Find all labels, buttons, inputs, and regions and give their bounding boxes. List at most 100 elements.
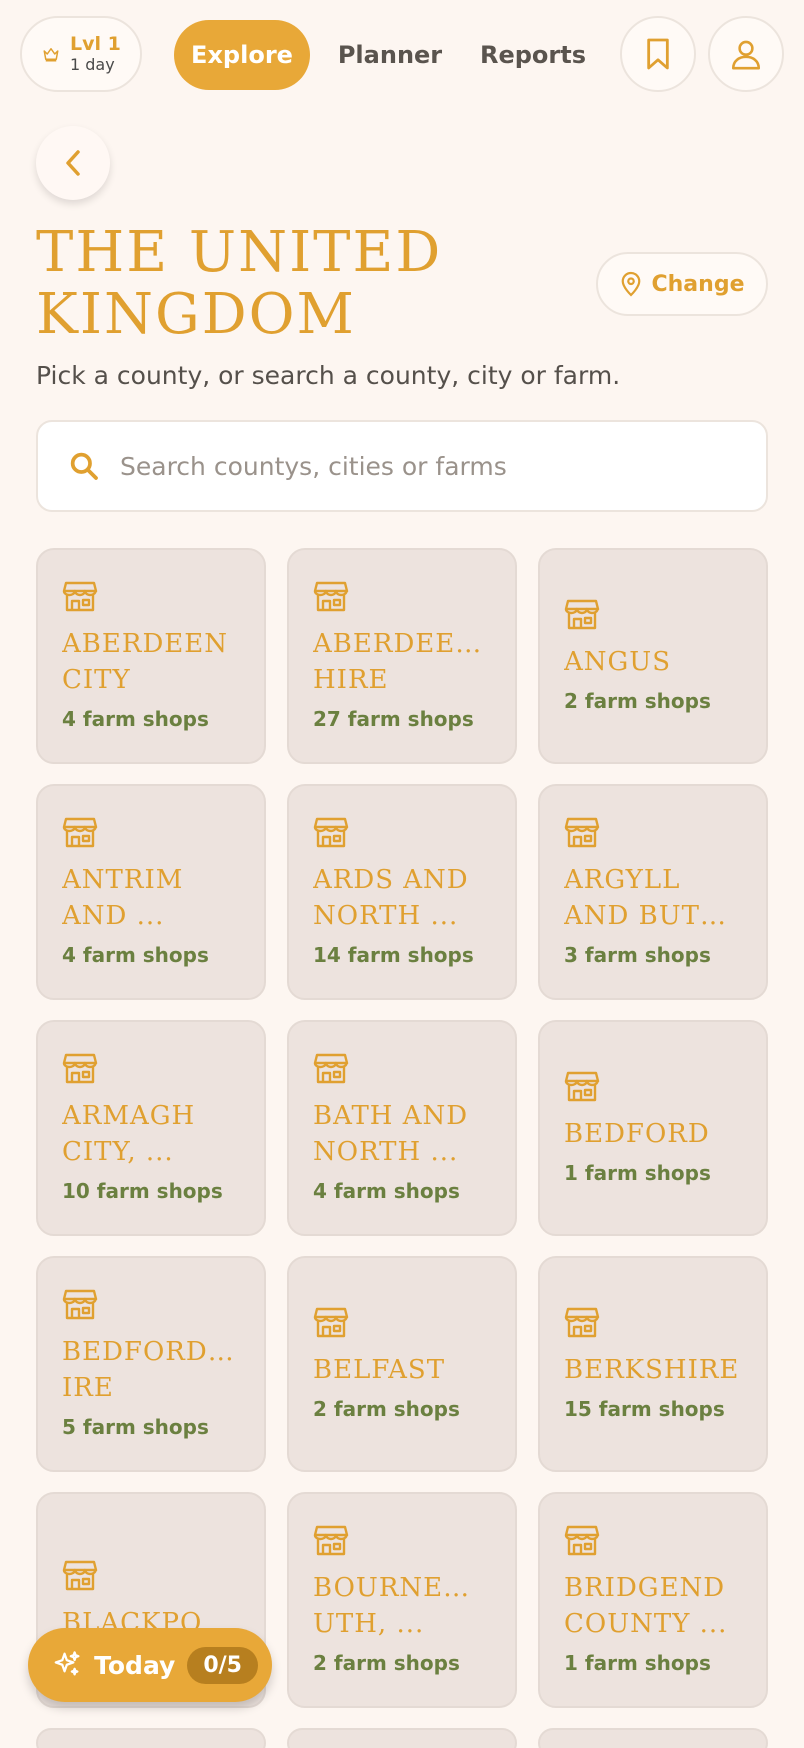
county-name: COUNTY ... [564, 1609, 728, 1639]
county-name: ARGYLL [564, 865, 681, 895]
map-pin-icon [621, 271, 640, 297]
farm-shop-count: 3 farm shops [564, 943, 711, 967]
shop-icon [62, 1288, 98, 1320]
shop-icon-glyph [62, 581, 98, 612]
county-card[interactable]: BRIDGEND COUNTY ... 1 farm shops [538, 1492, 768, 1708]
crown-icon [43, 48, 59, 62]
shop-icon [62, 1052, 98, 1084]
county-card[interactable]: BEDFORDSH IRE 5 farm shops [36, 1256, 266, 1472]
bookmark-icon [647, 38, 669, 70]
county-card[interactable]: ANGUS 2 farm shops [538, 548, 768, 764]
farm-shop-count: 1 farm shops [564, 1161, 711, 1185]
county-name: CITY, ... [62, 1137, 174, 1167]
today-button[interactable]: Today 0/5 [28, 1628, 272, 1702]
county-name: HIRE [313, 665, 389, 695]
user-icon [731, 40, 761, 70]
county-name: BOURNEMO [313, 1573, 491, 1603]
search-box[interactable] [36, 420, 768, 512]
shop-icon [62, 816, 98, 848]
county-name: ABERDEEN [62, 629, 228, 659]
tab-reports[interactable]: Reports [468, 20, 598, 90]
shop-icon-glyph [564, 817, 600, 848]
county-name: BRIDGEND [564, 1573, 726, 1603]
change-label: Change [651, 271, 745, 297]
county-name: ARMAGH [62, 1101, 196, 1131]
shop-icon [564, 1524, 600, 1556]
page-title: THE UNITED KINGDOM [36, 222, 556, 346]
shop-icon [62, 580, 98, 612]
shop-icon-glyph [313, 817, 349, 848]
county-name: ABERDEENS [313, 629, 491, 659]
farm-shop-count: 2 farm shops [313, 1397, 460, 1421]
county-card[interactable]: ARGYLL AND BUTE... 3 farm shops [538, 784, 768, 1000]
county-card[interactable]: BATH AND NORTH ... 4 farm shops [287, 1020, 517, 1236]
farm-shop-count: 4 farm shops [62, 707, 209, 731]
county-name: ARDS AND [313, 865, 469, 895]
county-card[interactable]: ABERDEEN CITY 4 farm shops [36, 548, 266, 764]
shop-icon [313, 1052, 349, 1084]
county-card[interactable]: BEDFORD 1 farm shops [538, 1020, 768, 1236]
shop-icon [564, 1306, 600, 1338]
shop-icon [564, 598, 600, 630]
farm-shop-count: 10 farm shops [62, 1179, 223, 1203]
search-input[interactable] [120, 451, 720, 481]
farm-shop-count: 4 farm shops [62, 943, 209, 967]
farm-shop-count: 4 farm shops [313, 1179, 460, 1203]
bookmarks-button[interactable] [620, 16, 696, 92]
level-days: 1 day [70, 55, 115, 74]
shop-icon-glyph [564, 1071, 600, 1102]
shop-icon [313, 816, 349, 848]
profile-button[interactable] [708, 16, 784, 92]
explore-page: Lvl 1 1 day Explore Planner Reports THE … [0, 0, 804, 1748]
county-card[interactable]: BOURNEMO UTH, ... 2 farm shops [287, 1492, 517, 1708]
county-card[interactable]: ARDS AND NORTH ... 14 farm shops [287, 784, 517, 1000]
shop-icon [564, 816, 600, 848]
county-card[interactable]: ARMAGH CITY, ... 10 farm shops [36, 1020, 266, 1236]
shop-icon-glyph [313, 581, 349, 612]
county-name: AND BUTE... [564, 901, 742, 931]
county-name: CITY [62, 665, 131, 695]
tab-planner[interactable]: Planner [334, 20, 446, 90]
shop-icon [62, 1559, 98, 1591]
county-card[interactable]: BELFAST 2 farm shops [287, 1256, 517, 1472]
page-subtitle: Pick a county, or search a county, city … [36, 361, 621, 390]
farm-shop-count: 5 farm shops [62, 1415, 209, 1439]
county-card[interactable]: ANTRIM AND ... 4 farm shops [36, 784, 266, 1000]
county-name: BEDFORD [564, 1119, 710, 1149]
county-card[interactable]: BERKSHIRE 15 farm shops [538, 1256, 768, 1472]
county-name: BELFAST [313, 1355, 446, 1385]
sparkles-icon [54, 1651, 80, 1676]
county-name: BERKSHIRE [564, 1355, 740, 1385]
farm-shop-count: 2 farm shops [564, 689, 711, 713]
farm-shop-count: 27 farm shops [313, 707, 474, 731]
farm-shop-count: 2 farm shops [313, 1651, 460, 1675]
shop-icon-glyph [564, 1307, 600, 1338]
shop-icon-glyph [564, 1525, 600, 1556]
back-button[interactable] [36, 126, 110, 200]
change-location-button[interactable]: Change [596, 252, 768, 316]
county-card[interactable]: ABERDEENS HIRE 27 farm shops [287, 548, 517, 764]
chevron-left-icon [66, 150, 80, 176]
county-name: AND ... [62, 901, 165, 931]
shop-icon-glyph [62, 817, 98, 848]
shop-icon [313, 1306, 349, 1338]
county-card[interactable] [36, 1728, 266, 1748]
shop-icon-glyph [62, 1053, 98, 1084]
today-progress-badge: 0/5 [187, 1646, 258, 1684]
farm-shop-count: 1 farm shops [564, 1651, 711, 1675]
county-grid: ABERDEEN CITY 4 farm shops ABERDEENS HIRE 27 … [36, 548, 768, 1748]
title-line-1: THE UNITED [36, 220, 443, 285]
county-name: IRE [62, 1373, 114, 1403]
top-nav: Lvl 1 1 day Explore Planner Reports [20, 16, 784, 92]
level-label: Lvl 1 [70, 33, 121, 55]
search-icon [70, 452, 98, 480]
county-card[interactable] [287, 1728, 517, 1748]
county-name: NORTH ... [313, 1137, 459, 1167]
level-badge[interactable]: Lvl 1 1 day [20, 16, 142, 92]
county-name: NORTH ... [313, 901, 459, 931]
today-label: Today [94, 1650, 176, 1680]
tab-explore[interactable]: Explore [174, 20, 310, 90]
shop-icon-glyph [313, 1307, 349, 1338]
shop-icon-glyph [62, 1560, 98, 1591]
county-card[interactable] [538, 1728, 768, 1748]
